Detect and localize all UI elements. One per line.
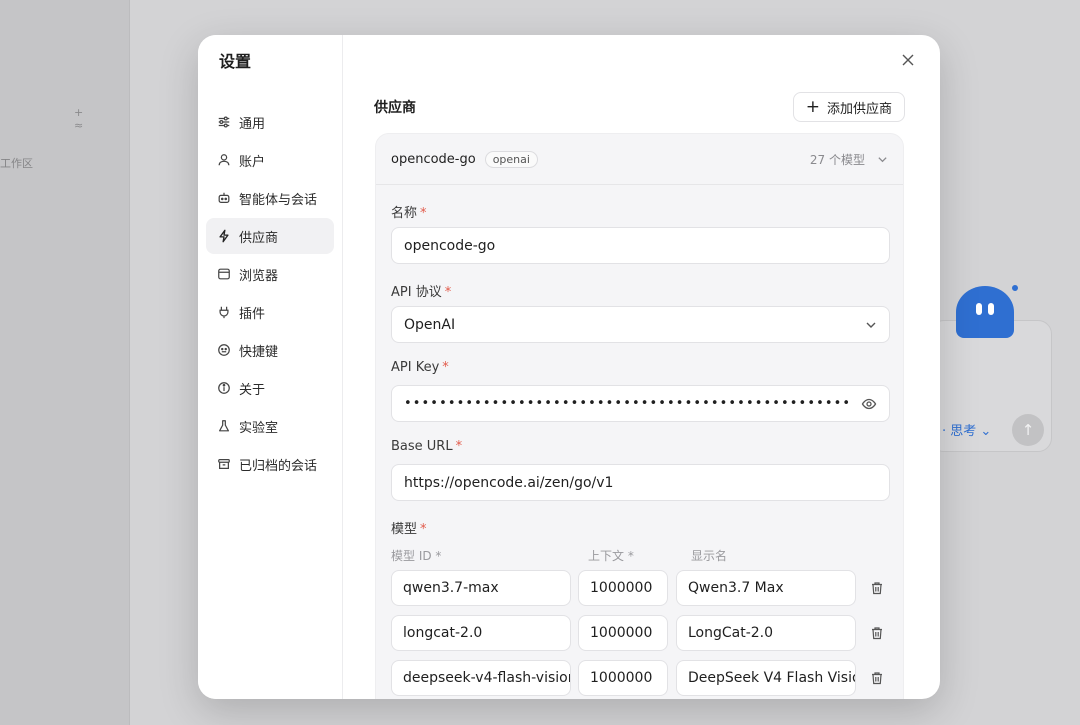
base-url-field[interactable]: https://opencode.ai/zen/go/v1 <box>391 464 890 501</box>
send-icon: ↑ <box>1012 414 1044 446</box>
settings-modal: 设置 通用 账户 智能体与会话 供应商 浏览器 插件 快捷键 关于 实验室 已归… <box>198 35 940 699</box>
chevron-down-icon <box>865 319 877 331</box>
nav-item-label: 账户 <box>239 154 266 170</box>
eye-icon[interactable] <box>861 396 877 412</box>
keyboard-icon <box>217 343 231 357</box>
chevron-down-icon <box>877 154 888 165</box>
nav-item-label: 关于 <box>239 382 266 398</box>
model-id-input[interactable]: qwen3.7-max <box>391 570 571 606</box>
plus-icon: + <box>805 96 820 117</box>
background-toolbar-icons: + ≈ <box>74 106 98 132</box>
column-context: 上下文 * <box>588 549 634 563</box>
api-key-field[interactable]: ••••••••••••••••••••••••••••••••••••••••… <box>391 385 890 422</box>
flask-icon <box>217 419 231 433</box>
model-context-input[interactable]: 1000000 <box>578 570 668 606</box>
add-provider-button[interactable]: + 添加供应商 <box>792 92 905 122</box>
settings-content: 供应商 + 添加供应商 opencode-go openai 27 个模型 名称… <box>343 35 940 699</box>
provider-card-header[interactable]: opencode-go openai 27 个模型 <box>376 134 903 185</box>
browser-icon <box>217 267 231 281</box>
model-context-input[interactable]: 1000000 <box>578 660 668 696</box>
protocol-badge: openai <box>484 150 538 168</box>
model-id-input[interactable]: deepseek-v4-flash-vision <box>391 660 571 696</box>
nav-item-labs[interactable]: 实验室 <box>206 408 334 444</box>
close-button[interactable] <box>898 50 918 70</box>
providers-header: 供应商 + 添加供应商 <box>374 92 905 122</box>
nav-item-label: 智能体与会话 <box>239 192 318 208</box>
plugin-icon <box>217 305 231 319</box>
nav-item-archived[interactable]: 已归档的会话 <box>206 446 334 482</box>
robot-icon <box>217 191 231 205</box>
settings-nav: 通用 账户 智能体与会话 供应商 浏览器 插件 快捷键 关于 实验室 已归档的会… <box>206 104 334 482</box>
nav-item-label: 实验室 <box>239 420 279 436</box>
models-label: 模型 * <box>391 522 427 537</box>
model-display-input[interactable]: DeepSeek V4 Flash Vision <box>676 660 856 696</box>
close-icon <box>901 53 915 67</box>
nav-item-label: 已归档的会话 <box>239 458 318 474</box>
model-display-input[interactable]: LongCat-2.0 <box>676 615 856 651</box>
providers-title: 供应商 <box>374 100 416 116</box>
nav-item-label: 浏览器 <box>239 268 279 284</box>
background-sidebar: + ≈ 工作区 <box>0 0 130 725</box>
nav-item-agents[interactable]: 智能体与会话 <box>206 180 334 216</box>
provider-card: opencode-go openai 27 个模型 名称 * opencode-g… <box>375 133 904 699</box>
trash-icon[interactable] <box>868 624 886 642</box>
sliders-icon <box>217 115 231 129</box>
column-display-name: 显示名 <box>691 549 728 563</box>
mascot-icon <box>956 283 1020 338</box>
info-icon <box>217 381 231 395</box>
trash-icon[interactable] <box>868 669 886 687</box>
protocol-label: API 协议 * <box>391 285 452 300</box>
nav-item-label: 供应商 <box>239 230 279 246</box>
nav-item-about[interactable]: 关于 <box>206 370 334 406</box>
model-context-input[interactable]: 1000000 <box>578 615 668 651</box>
nav-item-label: 插件 <box>239 306 266 322</box>
nav-item-providers[interactable]: 供应商 <box>206 218 334 254</box>
nav-item-browser[interactable]: 浏览器 <box>206 256 334 292</box>
protocol-select[interactable]: OpenAI <box>391 306 890 343</box>
nav-item-account[interactable]: 账户 <box>206 142 334 178</box>
nav-item-label: 快捷键 <box>239 344 279 360</box>
user-icon <box>217 153 231 167</box>
api-key-label: API Key * <box>391 360 449 375</box>
nav-item-label: 通用 <box>239 116 266 132</box>
bolt-icon <box>217 229 231 243</box>
base-url-label: Base URL * <box>391 439 463 454</box>
model-display-input[interactable]: Qwen3.7 Max <box>676 570 856 606</box>
name-label: 名称 * <box>391 206 427 221</box>
nav-item-shortcuts[interactable]: 快捷键 <box>206 332 334 368</box>
background-think-toggle: · 思考 ⌄ <box>942 424 992 439</box>
nav-item-general[interactable]: 通用 <box>206 104 334 140</box>
name-field[interactable]: opencode-go <box>391 227 890 264</box>
settings-sidebar: 设置 通用 账户 智能体与会话 供应商 浏览器 插件 快捷键 关于 实验室 已归… <box>198 35 343 699</box>
add-provider-label: 添加供应商 <box>826 101 892 117</box>
archive-icon <box>217 457 231 471</box>
provider-name: opencode-go <box>391 151 476 167</box>
settings-title: 设置 <box>219 52 252 71</box>
model-id-input[interactable]: longcat-2.0 <box>391 615 571 651</box>
column-model-id: 模型 ID * <box>391 549 442 563</box>
trash-icon[interactable] <box>868 579 886 597</box>
nav-item-plugins[interactable]: 插件 <box>206 294 334 330</box>
background-workarea-label: 工作区 <box>0 157 33 170</box>
model-count: 27 个模型 <box>810 151 888 168</box>
